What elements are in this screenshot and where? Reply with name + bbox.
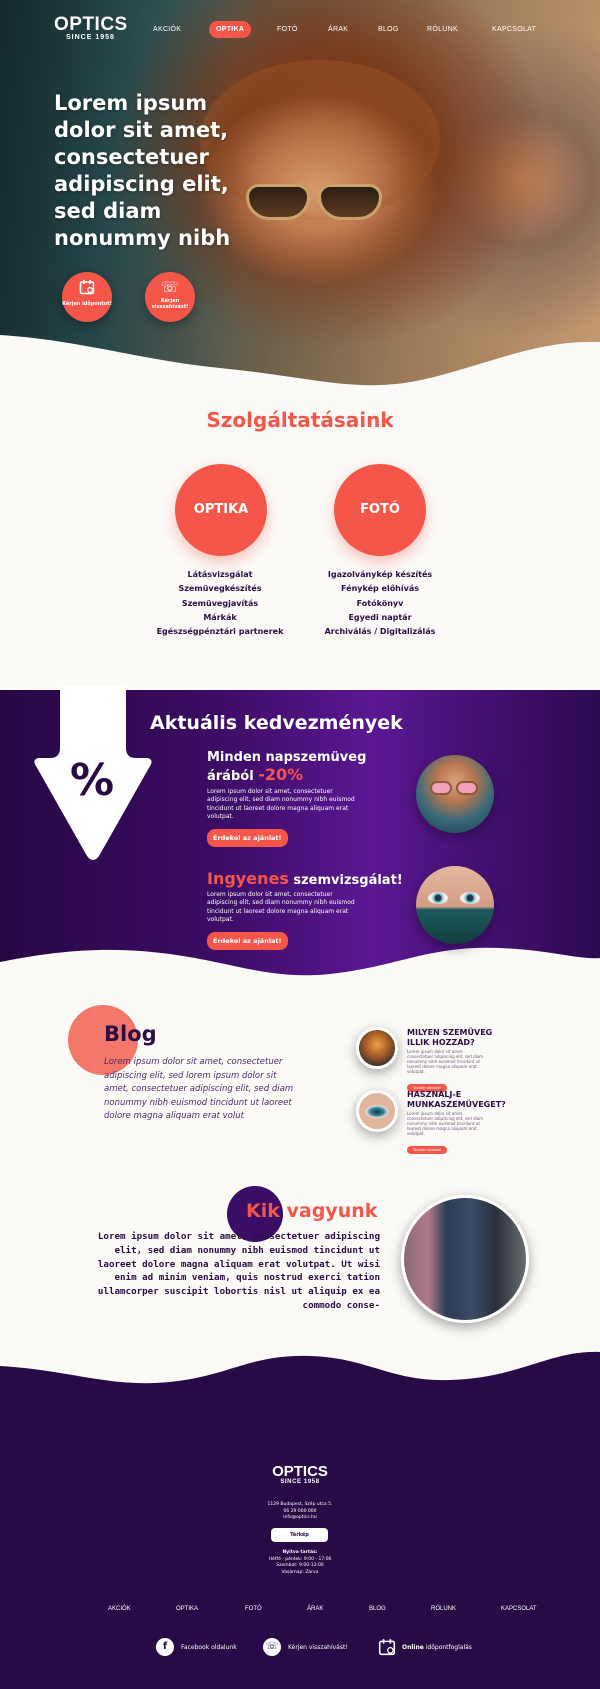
calendar-icon (62, 279, 112, 298)
footer-logo[interactable]: OPTICS SINCE 1958 (0, 1464, 600, 1485)
blog-item-2-title[interactable]: HASZNÁLJ-E MUNKASZEMÜVEGET? (407, 1090, 507, 1109)
about-title-vagyunk: vagyunk (286, 1200, 378, 1222)
appointment-button-label: Kérjen időpontot! (62, 301, 112, 307)
about-title: Kik vagyunk (246, 1200, 377, 1222)
offer-1-photo (416, 755, 494, 833)
offer-2-photo (416, 866, 494, 944)
footer-email[interactable]: info@optics.hu (0, 1515, 600, 1522)
offer-2: Ingyenes szemvizsgálat! Lorem ipsum dolo… (207, 869, 403, 951)
facebook-icon[interactable]: f (156, 1638, 174, 1656)
about-photo (401, 1195, 529, 1323)
footer-nav-arak[interactable]: ÁRAK (307, 1606, 323, 1612)
nav-item-arak[interactable]: ÁRAK (328, 26, 348, 33)
nav-item-rolunk[interactable]: RÓLUNK (427, 26, 458, 33)
offer-1-line2: árából (207, 769, 254, 784)
offer-1: Minden napszemüveg árából -20% Lorem ips… (207, 749, 367, 848)
phone-icon[interactable]: ☏ (263, 1638, 281, 1656)
main-nav: AKCIÓK OPTIKA FOTÓ ÁRAK BLOG RÓLUNK KAPC… (0, 0, 600, 50)
blog-intro-text: Lorem ipsum dolor sit amet, consectetuer… (104, 1057, 294, 1121)
blog-item-1-text: Lorem ipsum dolor sit amet, consectetuer… (407, 1049, 484, 1074)
online-booking-link[interactable]: Online időpontfoglalás (402, 1644, 472, 1651)
calendar-icon[interactable] (378, 1638, 396, 1656)
foto-item[interactable]: Igazolványkép készítés (280, 568, 480, 582)
callback-button[interactable]: ☏ Kérjen visszahívást! (145, 272, 195, 322)
offer-2-free: Ingyenes (207, 869, 289, 888)
online-booking-rest: időpontfoglalás (423, 1644, 472, 1651)
nav-item-optika[interactable]: OPTIKA (209, 21, 252, 38)
footer-nav-optika[interactable]: OPTIKA (176, 1606, 198, 1612)
blog-item-2: HASZNÁLJ-E MUNKASZEMÜVEGET? Lorem ipsum … (407, 1090, 507, 1155)
foto-item[interactable]: Fotókönyv (280, 597, 480, 611)
nav-item-kapcsolat[interactable]: KAPCSOLAT (492, 26, 536, 33)
footer-nav-rolunk[interactable]: RÓLUNK (431, 1606, 456, 1612)
callback-button-label: Kérjen visszahívást! (151, 298, 189, 310)
services-title: Szolgáltatásaink (206, 408, 394, 432)
blog-item-2-photo (356, 1090, 398, 1132)
promo-title: Aktuális kedvezmények (150, 712, 403, 734)
offer-1-line1: Minden napszemüveg (207, 750, 367, 765)
footer-nav-kapcsolat[interactable]: KAPCSOLAT (501, 1606, 537, 1612)
offer-2-button[interactable]: Érdekel az ajánlat! (207, 932, 288, 951)
blog-item-1-title[interactable]: MILYEN SZEMÜVEG ILLIK HOZZÁD? (407, 1028, 507, 1047)
percent-symbol: % (69, 755, 115, 806)
facebook-link[interactable]: Facebook oldalunk (181, 1644, 237, 1651)
footer-logo-subtitle: SINCE 1958 (280, 1479, 320, 1485)
footer-logo-title: OPTICS (272, 1463, 328, 1480)
foto-item[interactable]: Fénykép előhívás (280, 582, 480, 596)
map-button[interactable]: Térkép (271, 1528, 328, 1542)
offer-1-text: Lorem ipsum dolor sit amet, consectetuer… (207, 788, 355, 820)
hours-sunday: Vasárnap: Zárva (281, 1569, 319, 1575)
about-text: Lorem ipsum dolor sit amet, consectetuer… (97, 1231, 380, 1311)
phone-icon: ☏ (160, 278, 180, 296)
offer-1-button[interactable]: Érdekel az ajánlat! (207, 829, 288, 848)
foto-item[interactable]: Egyedi naptár (280, 611, 480, 625)
blog-item-2-button[interactable]: Tovább olvasok! (407, 1146, 448, 1154)
blog-item-1-photo (356, 1027, 398, 1069)
foto-item[interactable]: Archiválás / Digitalizálás (280, 625, 480, 639)
hero-title: Lorem ipsum dolor sit amet, consectetuer… (54, 91, 231, 250)
footer-hours: Nyitva tartás: Hétfő - péntek: 9:00 - 17… (0, 1550, 600, 1576)
offer-2-text: Lorem ipsum dolor sit amet, consectetuer… (207, 891, 355, 923)
about-title-kik: Kik (246, 1200, 280, 1222)
offer-2-rest: szemvizsgálat! (293, 873, 403, 888)
foto-service-list: Igazolványkép készítés Fénykép előhívás … (280, 568, 480, 639)
footer-contact: 1129 Budapest, Szép utca 5. 06 29 000 00… (0, 1502, 600, 1522)
blog-item-2-text: Lorem ipsum dolor sit amet, consectetuer… (407, 1111, 484, 1136)
online-booking-bold: Online (402, 1644, 424, 1651)
hero-photo-glasses-right (318, 184, 382, 220)
offer-1-discount: -20% (258, 765, 304, 784)
nav-item-akciok[interactable]: AKCIÓK (153, 26, 181, 33)
appointment-button[interactable]: Kérjen időpontot! (62, 272, 112, 322)
service-optika-button[interactable]: OPTIKA (175, 464, 267, 556)
service-foto-button[interactable]: FOTÓ (334, 464, 426, 556)
footer-nav-foto[interactable]: FOTÓ (245, 1606, 262, 1612)
blog-item-1: MILYEN SZEMÜVEG ILLIK HOZZÁD? Lorem ipsu… (407, 1028, 507, 1093)
footer-nav-blog[interactable]: BLOG (369, 1606, 386, 1612)
blog-title: Blog (104, 1022, 157, 1046)
callback-link[interactable]: Kérjen visszahívást! (288, 1644, 348, 1651)
nav-item-foto[interactable]: FOTÓ (277, 26, 298, 33)
footer-nav-akciok[interactable]: AKCIÓK (108, 1606, 131, 1612)
nav-item-blog[interactable]: BLOG (378, 26, 399, 33)
